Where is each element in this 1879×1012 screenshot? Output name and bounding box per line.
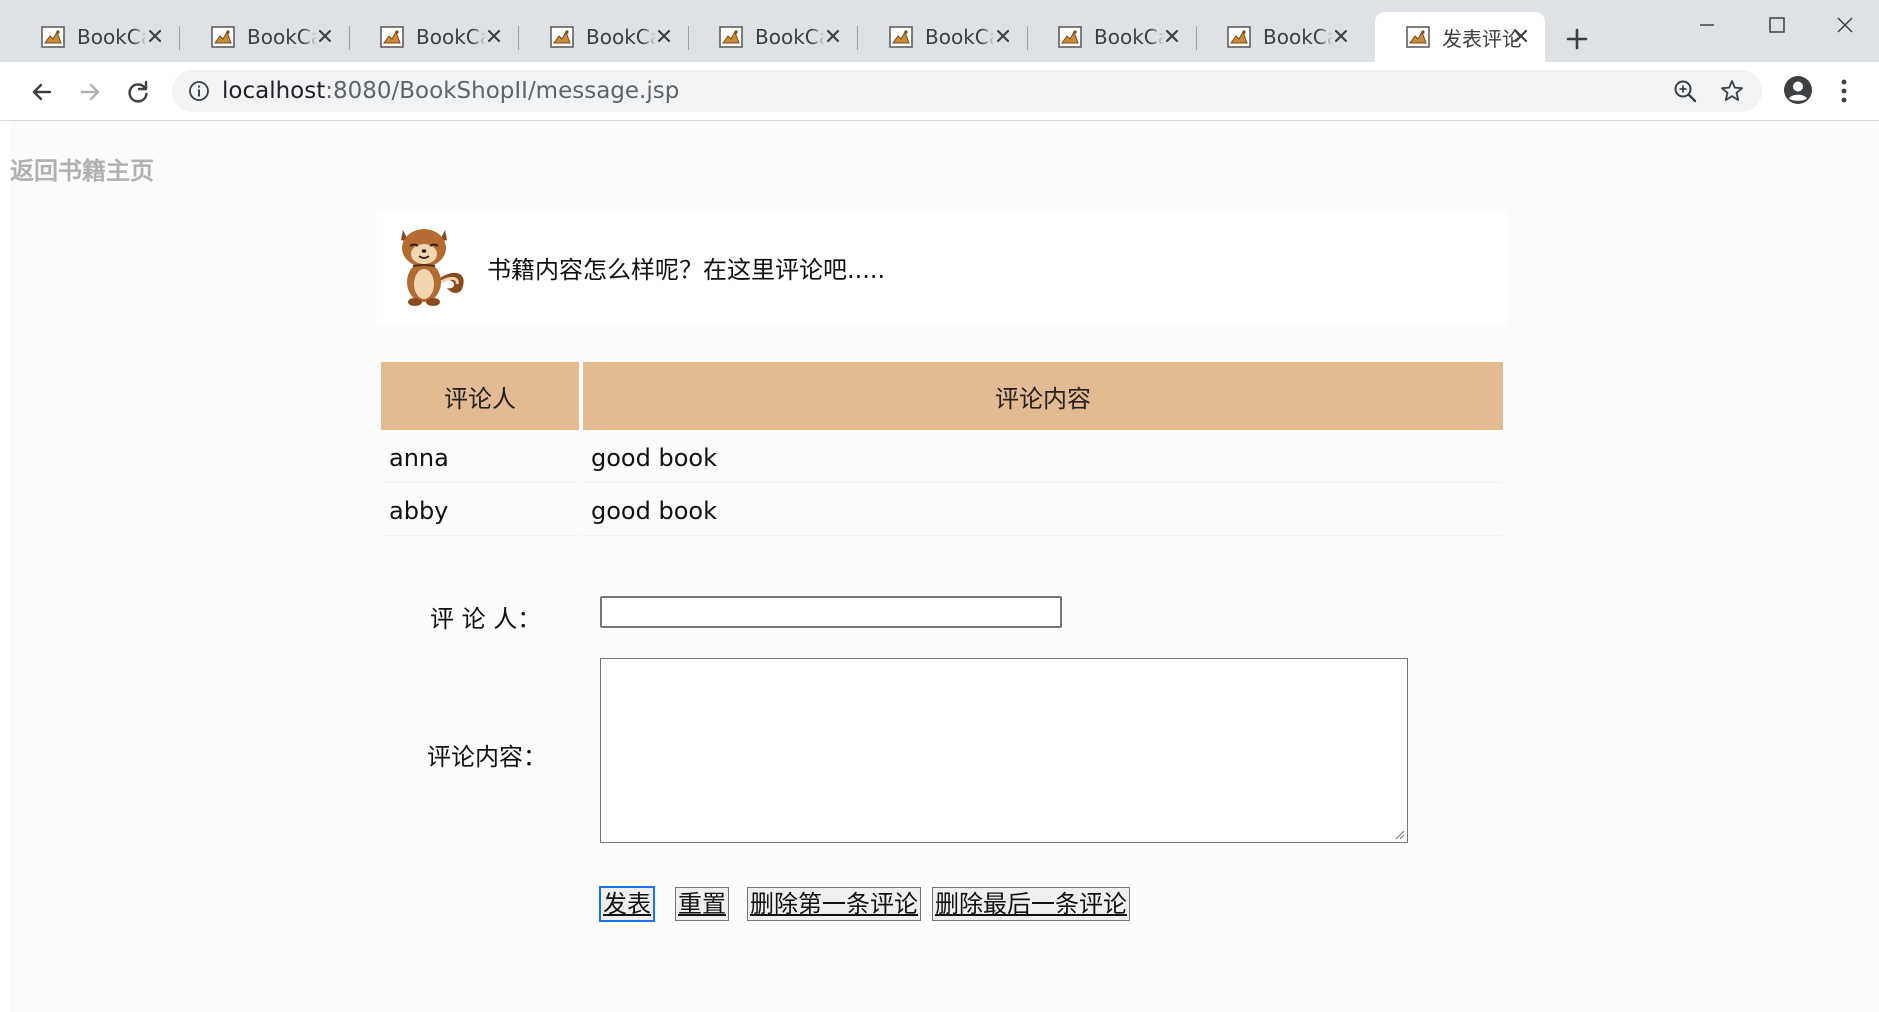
profile-avatar-icon[interactable] [1782,74,1814,106]
delete-first-comment-button[interactable]: 删除第一条评论 [747,887,921,921]
bookcar-favicon-icon [380,26,404,48]
url-text[interactable]: localhost:8080/BookShopII/message.jsp [222,78,679,104]
bookcar-favicon-icon [1406,26,1430,48]
reload-icon[interactable] [122,76,154,108]
commenter-name-input[interactable] [600,596,1062,628]
bookcar-favicon-icon [889,26,913,48]
comment-content: good book [583,487,1503,536]
content-label: 评论内容： [427,743,547,771]
tab-title: BookCar [586,25,656,49]
bookmark-star-icon[interactable] [1719,78,1745,104]
tab[interactable]: BookCar [858,12,1028,62]
tab-close-icon[interactable] [993,26,1013,46]
tab-title: BookCar [1094,25,1164,49]
tab-title: 发表评论 [1442,26,1522,51]
comment-header: 书籍内容怎么样呢？在这里评论吧..... [377,210,1507,326]
url-path: :8080/BookShopII/message.jsp [325,78,680,104]
column-header-author: 评论人 [381,362,579,430]
tab-title: BookCar [247,25,317,49]
table-row: abby good book [381,487,1503,536]
bookcar-favicon-icon [1227,26,1251,48]
column-header-content: 评论内容 [583,362,1503,430]
comment-content: good book [583,434,1503,483]
back-to-books-link[interactable]: 返回书籍主页 [10,151,154,186]
tab[interactable]: BookCar [10,12,180,62]
table-header-row: 评论人 评论内容 [381,362,1503,430]
tab-close-icon[interactable] [654,26,674,46]
site-info-icon[interactable] [188,80,210,102]
delete-last-comment-button[interactable]: 删除最后一条评论 [932,887,1130,921]
bookcar-favicon-icon [41,26,65,48]
resize-grip-icon[interactable] [1393,828,1405,840]
comment-author: anna [381,434,579,483]
tab-close-icon[interactable] [1162,26,1182,46]
tab-active[interactable]: 发表评论 [1375,12,1545,62]
new-tab-icon[interactable] [1562,24,1592,54]
bookcar-favicon-icon [719,26,743,48]
browser-toolbar: localhost:8080/BookShopII/message.jsp [0,62,1879,121]
comments-table: 评论人 评论内容 anna good book abby good book [377,358,1507,540]
page-content: 返回书籍主页 书籍内容怎么样呢？在这里评论吧..... 评论人 评论内容 ann… [10,121,1879,1012]
comment-author: abby [381,487,579,536]
name-label: 评 论 人： [430,605,542,633]
tab-close-icon[interactable] [1331,26,1351,46]
back-arrow-icon[interactable] [26,76,58,108]
submit-button[interactable]: 发表 [599,886,655,922]
reset-button[interactable]: 重置 [675,887,729,921]
tab-title: BookCar [925,25,995,49]
tab-title: BookCar [416,25,486,49]
tab[interactable]: BookCar [349,12,519,62]
tab-title: BookCar [755,25,825,49]
tab-close-icon[interactable] [1511,26,1531,46]
squirrel-mascot-image [401,229,464,306]
tab-close-icon[interactable] [823,26,843,46]
tab-close-icon[interactable] [315,26,335,46]
tab[interactable]: BookCar [1196,12,1365,62]
tab-close-icon[interactable] [145,26,165,46]
comment-content-textarea[interactable] [600,658,1408,843]
maximize-icon[interactable] [1762,10,1792,40]
tab[interactable]: BookCar [519,12,689,62]
tab[interactable]: BookCar [1027,12,1197,62]
table-row: anna good book [381,434,1503,483]
tab-title: BookCar [1263,25,1333,49]
zoom-icon[interactable] [1672,78,1698,104]
tab[interactable]: BookCar [688,12,858,62]
tab-title: BookCar [77,25,147,49]
url-host: localhost [222,78,326,104]
kebab-menu-icon[interactable] [1834,76,1854,106]
bookcar-favicon-icon [550,26,574,48]
bookcar-favicon-icon [211,26,235,48]
header-prompt: 书籍内容怎么样呢？在这里评论吧..... [487,256,886,284]
tab-close-icon[interactable] [484,26,504,46]
minimize-icon[interactable] [1692,10,1722,40]
close-window-icon[interactable] [1830,10,1860,40]
tab[interactable]: BookCar [180,12,350,62]
forward-arrow-icon[interactable] [74,76,106,108]
tab-strip: BookCar BookCar BookCar BookCar BookCar BookC… [0,0,1879,62]
bookcar-favicon-icon [1058,26,1082,48]
